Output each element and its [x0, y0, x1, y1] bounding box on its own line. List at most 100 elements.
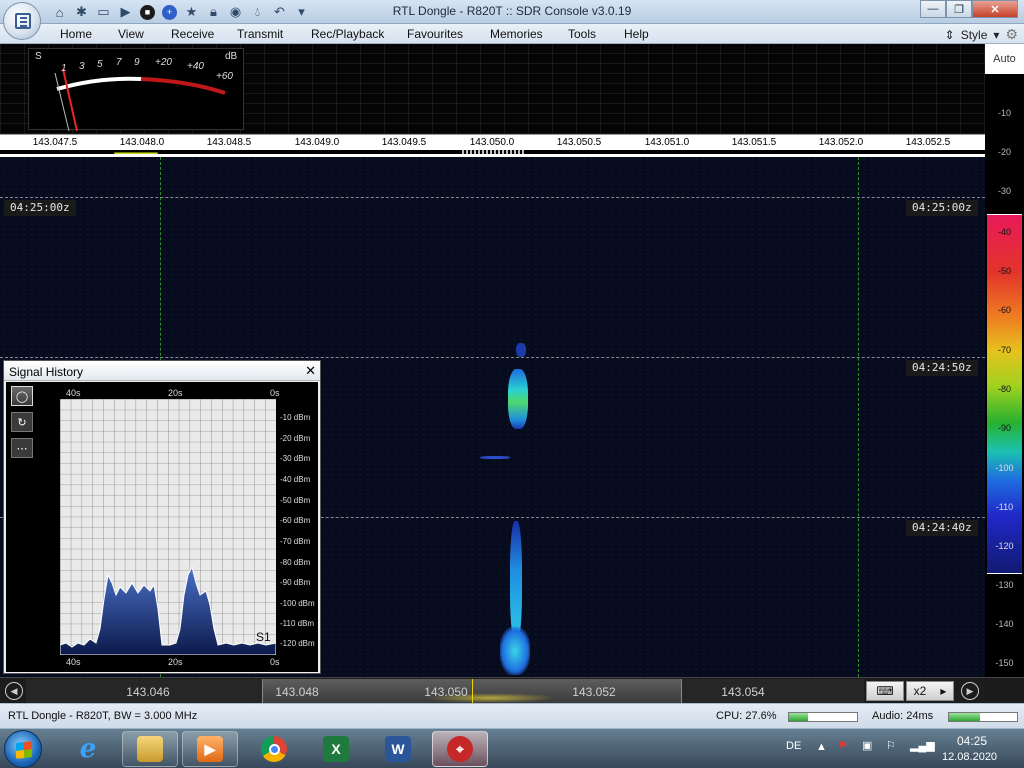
- db-scale: Auto -10 -20 -30 -40 -50 -60 -70 -80 -90…: [985, 44, 1024, 676]
- tuning-strip[interactable]: 143.046 143.048 143.050 143.052 143.054: [26, 679, 864, 703]
- dbm-label: -20 dBm: [280, 434, 311, 443]
- window-controls: — ❐ ✕: [920, 0, 1018, 18]
- time-marker-line: [0, 197, 985, 198]
- audio-meter: [948, 712, 1018, 722]
- signal-history-titlebar[interactable]: Signal History ✕: [4, 361, 320, 381]
- tuning-bar: ◀ 143.046 143.048 143.050 143.052 143.05…: [0, 677, 1024, 703]
- waterfall-timestamp-right: 04:24:50z: [906, 360, 978, 376]
- freq-label: 143.050.0: [469, 137, 515, 148]
- taskbar-excel[interactable]: X: [308, 731, 364, 767]
- keyboard-button[interactable]: ⌨: [866, 681, 904, 701]
- s-meter-db-label: dB: [225, 51, 238, 62]
- dbm-label: -10 dBm: [280, 413, 311, 422]
- minimize-button[interactable]: —: [920, 0, 946, 18]
- tuning-label: 143.048: [275, 685, 319, 699]
- signal-history-more-tool[interactable]: ⋯: [11, 438, 33, 458]
- colorbar-label: -50: [997, 266, 1011, 276]
- menu-home[interactable]: Home: [60, 27, 92, 41]
- tune-prev-button[interactable]: ◀: [5, 682, 23, 700]
- signal-history-circle-tool[interactable]: ◯: [11, 386, 33, 406]
- audio-status: Audio: 24ms: [872, 710, 934, 722]
- history-time-label: 20s: [168, 388, 183, 398]
- cpu-meter: [788, 712, 858, 722]
- colorbar-label: -60: [997, 305, 1011, 315]
- menu-view[interactable]: View: [118, 27, 144, 41]
- db-label: -30: [997, 186, 1011, 196]
- taskbar-file-explorer[interactable]: [122, 731, 178, 767]
- application-menu-button[interactable]: [3, 2, 41, 40]
- signal-history-panel: Signal History ✕ ◯ ↻ ⋯ 40s 20s 0s -10 dB…: [3, 360, 321, 674]
- adobe-tray-icon[interactable]: ⚑: [838, 739, 848, 752]
- maximize-button[interactable]: ❐: [946, 0, 972, 18]
- spectrum-display[interactable]: S dB 1 3 5 7 9 +20 +40 +60 S 1: [0, 44, 985, 178]
- device-tray-icon[interactable]: ▣: [862, 739, 872, 752]
- cpu-status: CPU: 27.6%: [716, 710, 777, 722]
- colorbar-label: -40: [997, 227, 1011, 237]
- status-bar: RTL Dongle - R820T, BW = 3.000 MHz CPU: …: [0, 703, 1024, 728]
- signal-history-graph: [60, 399, 276, 655]
- taskbar-internet-explorer[interactable]: e: [60, 731, 116, 767]
- taskbar-chrome[interactable]: [246, 731, 302, 767]
- zoom-label: x2: [913, 684, 927, 698]
- menu-receive[interactable]: Receive: [171, 27, 214, 41]
- taskbar-word[interactable]: W: [370, 731, 426, 767]
- ribbon-toggle-icon[interactable]: ⇕: [945, 28, 955, 42]
- db-label: -10: [997, 108, 1011, 118]
- chrome-icon: [261, 736, 287, 762]
- taskbar-sdr-console[interactable]: ⌖: [432, 731, 488, 767]
- tune-next-button[interactable]: ▶: [961, 682, 979, 700]
- s-meter: S dB 1 3 5 7 9 +20 +40 +60: [28, 48, 244, 132]
- history-time-label: 20s: [168, 657, 183, 667]
- colorbar-label: -90: [997, 423, 1011, 433]
- clock-time[interactable]: 04:25: [957, 734, 987, 748]
- zoom-button[interactable]: x2 ▸: [906, 681, 954, 701]
- tuning-marker[interactable]: [472, 679, 473, 703]
- close-button[interactable]: ✕: [972, 0, 1018, 18]
- menu-help[interactable]: Help: [624, 27, 649, 41]
- signal-history-close-button[interactable]: ✕: [305, 363, 316, 379]
- menu-transmit[interactable]: Transmit: [237, 27, 283, 41]
- clock-date[interactable]: 12.08.2020: [942, 751, 997, 763]
- dbm-label: -60 dBm: [280, 516, 311, 525]
- start-button[interactable]: [4, 730, 42, 768]
- media-player-icon: ▶: [197, 736, 223, 762]
- language-indicator[interactable]: DE: [786, 740, 801, 752]
- signal-history-reset-tool[interactable]: ↻: [11, 412, 33, 432]
- tuning-label: 143.046: [126, 685, 170, 699]
- taskbar-media-player[interactable]: ▶: [182, 731, 238, 767]
- s-meter-scale-5: 5: [97, 59, 103, 70]
- colorbar-label: -120: [995, 541, 1014, 551]
- tray-expand-icon[interactable]: ▲: [816, 741, 827, 753]
- cpu-meter-fill: [789, 713, 808, 721]
- menu-favourites[interactable]: Favourites: [407, 27, 463, 41]
- dbm-label: -80 dBm: [280, 558, 311, 567]
- menu-memories[interactable]: Memories: [490, 27, 543, 41]
- freq-label: 143.048.0: [119, 137, 165, 148]
- gear-icon[interactable]: ⚙: [1005, 26, 1018, 43]
- windows-taskbar: e ▶ X W ⌖ DE ▲ ⚑ ▣ ⚐ ▂▄▆ 04:25 12.08.202…: [0, 728, 1024, 768]
- style-menu[interactable]: ⇕ Style ▾ ⚙: [945, 26, 1018, 43]
- auto-scale-button[interactable]: Auto: [985, 44, 1024, 74]
- style-label: Style: [960, 27, 988, 42]
- network-signal-icon[interactable]: ▂▄▆: [910, 739, 935, 752]
- device-status: RTL Dongle - R820T, BW = 3.000 MHz: [8, 710, 198, 722]
- menu-tools[interactable]: Tools: [568, 27, 596, 41]
- title-bar: ⌂ ✱ ▭ ▶ ■ + ★ 🔒︎ ◉ 💧︎ ↶ ▾ RTL Dongle - R…: [0, 0, 1024, 24]
- s-meter-scale-3: 3: [79, 61, 85, 72]
- waterfall-timestamp-right: 04:24:40z: [906, 520, 978, 536]
- waterfall-colorbar[interactable]: -40 -50 -60 -70 -80 -90 -100 -110 -120: [987, 214, 1022, 574]
- colorbar-label: -70: [997, 345, 1011, 355]
- frequency-scale[interactable]: 143.047.5 143.048.0 143.048.5 143.049.0 …: [0, 134, 985, 150]
- dbm-label: -90 dBm: [280, 578, 311, 587]
- action-center-flag-icon[interactable]: ⚐: [886, 739, 896, 752]
- dbm-label: -70 dBm: [280, 537, 311, 546]
- menu-rec-playback[interactable]: Rec/Playback: [311, 27, 384, 41]
- freq-label: 143.049.0: [294, 137, 340, 148]
- tuning-label: 143.054: [721, 685, 765, 699]
- db-label: -130: [995, 580, 1014, 590]
- freq-label: 143.049.5: [381, 137, 427, 148]
- s-meter-scale-plus20: +20: [155, 57, 172, 68]
- freq-label: 143.048.5: [206, 137, 252, 148]
- dbm-label: -30 dBm: [280, 454, 311, 463]
- signal-history-title: Signal History: [9, 365, 84, 379]
